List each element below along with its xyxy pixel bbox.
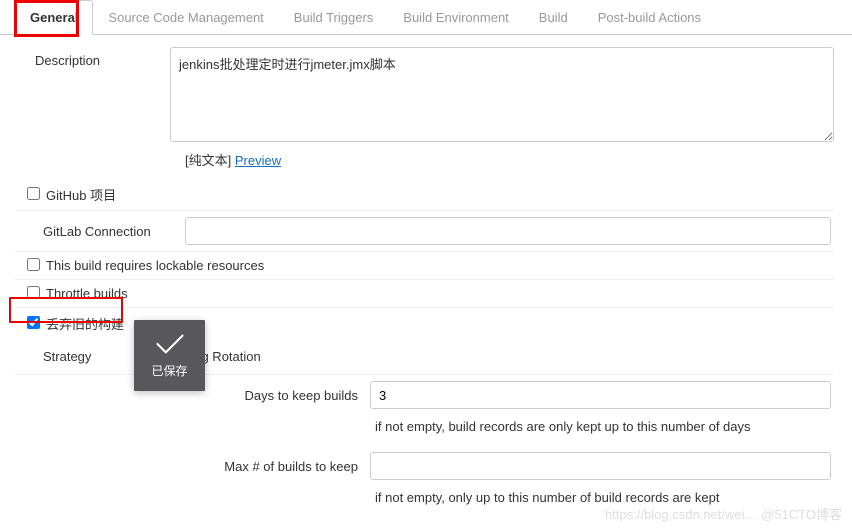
days-to-keep-hint: if not empty, build records are only kep… xyxy=(15,413,834,446)
tab-general[interactable]: General xyxy=(15,0,93,35)
description-preview-row: [纯文本] Preview xyxy=(185,150,834,169)
tab-build-triggers[interactable]: Build Triggers xyxy=(279,0,388,35)
discard-old-builds-checkbox[interactable] xyxy=(27,316,40,329)
preview-link[interactable]: Preview xyxy=(235,153,281,168)
discard-old-builds-label: 丢弃旧的构建 xyxy=(46,314,124,333)
plain-text-label: [纯文本] xyxy=(185,153,235,168)
gitlab-connection-input[interactable] xyxy=(185,217,831,245)
github-project-checkbox[interactable] xyxy=(27,187,40,200)
strategy-value[interactable]: Log Rotation xyxy=(185,341,831,372)
days-to-keep-input[interactable] xyxy=(370,381,831,409)
description-textarea[interactable] xyxy=(170,47,834,142)
description-label: Description xyxy=(15,47,170,71)
tab-build-environment[interactable]: Build Environment xyxy=(388,0,524,35)
github-project-label: GitHub 项目 xyxy=(46,185,116,204)
saved-toast-text: 已保存 xyxy=(151,362,187,379)
gitlab-connection-label: GitLab Connection xyxy=(43,224,185,239)
days-to-keep-label: Days to keep builds xyxy=(185,388,370,403)
tab-post-build[interactable]: Post-build Actions xyxy=(583,0,716,35)
saved-toast: 已保存 xyxy=(134,320,205,391)
max-builds-input[interactable] xyxy=(370,452,831,480)
config-tabs: General Source Code Management Build Tri… xyxy=(0,0,852,35)
lockable-resources-checkbox[interactable] xyxy=(27,258,40,271)
max-builds-label: Max # of builds to keep xyxy=(185,459,370,474)
max-builds-hint: if not empty, only up to this number of … xyxy=(15,484,834,517)
throttle-builds-checkbox[interactable] xyxy=(27,286,40,299)
lockable-resources-label: This build requires lockable resources xyxy=(46,258,264,273)
tab-scm[interactable]: Source Code Management xyxy=(93,0,278,35)
checkmark-icon xyxy=(155,332,185,356)
throttle-builds-label: Throttle builds xyxy=(46,286,128,301)
tab-build[interactable]: Build xyxy=(524,0,583,35)
general-pane: Description [纯文本] Preview GitHub 项目 GitL… xyxy=(0,35,852,529)
